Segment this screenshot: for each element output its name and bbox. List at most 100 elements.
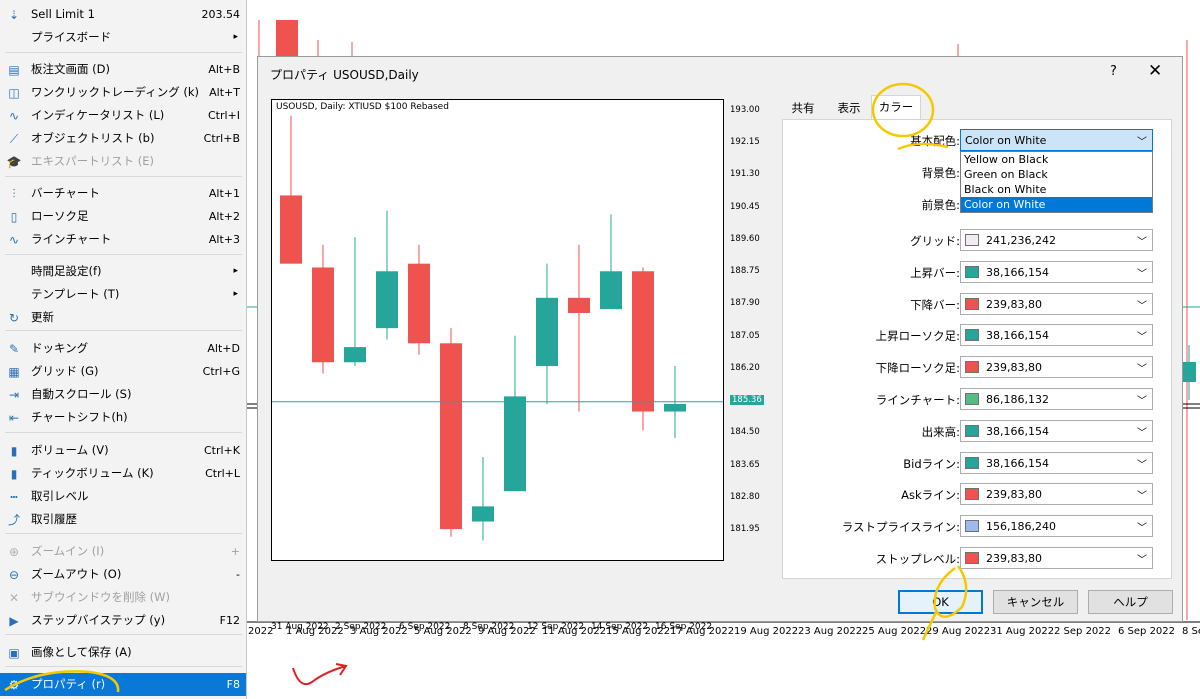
price-tick: 181.95 xyxy=(730,524,760,534)
zoom-out-icon: ⊖ xyxy=(8,568,20,582)
chevron-down-icon: ﹀ xyxy=(1137,269,1147,280)
menu-item[interactable]: ⇥ 自動スクロール (S) xyxy=(0,383,246,406)
menu-item-label: ズームイン (I) xyxy=(31,544,105,558)
sell-limit-icon: ⇣ xyxy=(8,8,20,22)
menu-item[interactable]: ∿ ラインチャート Alt+3 xyxy=(0,228,246,251)
menu-item-shortcut: - xyxy=(236,568,240,581)
bg-date-label: 2 Sep 2022 xyxy=(1054,626,1112,637)
menu-item[interactable]: 🎓 エキスパートリスト (E) xyxy=(0,150,246,173)
close-icon[interactable]: ✕ xyxy=(1148,61,1162,81)
menu-item-shortcut: Alt+3 xyxy=(208,233,240,246)
color-select[interactable]: 239,83,80 ﹀ xyxy=(960,483,1153,505)
cancel-button[interactable]: キャンセル xyxy=(993,590,1078,614)
menu-item-label: ズームアウト (O) xyxy=(31,567,122,581)
chart-shift-icon: ⇤ xyxy=(8,411,20,425)
menu-item[interactable]: ∿ インディケータリスト (L) Ctrl+I xyxy=(0,104,246,127)
menu-item[interactable]: ⤴ 取引履歴 xyxy=(0,508,246,531)
menu-item[interactable]: ▮ ティックボリューム (K) Ctrl+L xyxy=(0,462,246,485)
scheme-option[interactable]: Yellow on Black xyxy=(961,152,1152,167)
color-select[interactable]: 38,166,154 ﹀ xyxy=(960,452,1153,474)
color-select[interactable]: 239,83,80 ﹀ xyxy=(960,293,1153,315)
menu-item[interactable]: ⇤ チャートシフト(h) xyxy=(0,406,246,429)
price-tick: 189.60 xyxy=(730,233,760,244)
chevron-down-icon: ﹀ xyxy=(1137,364,1147,375)
tab-colors[interactable]: カラー xyxy=(871,95,921,120)
menu-item[interactable]: ▮ ボリューム (V) Ctrl+K xyxy=(0,439,246,462)
chevron-down-icon: ﹀ xyxy=(1137,332,1147,343)
tab-common[interactable]: 共有 xyxy=(785,97,821,119)
candle-body xyxy=(440,343,462,530)
color-value: 38,166,154 xyxy=(986,425,1049,438)
chevron-down-icon: ﹀ xyxy=(1137,491,1147,502)
menu-item[interactable]: ▶ ステップバイステップ (y) F12 xyxy=(0,609,246,632)
menu-item-shortcut: Alt+T xyxy=(209,86,240,99)
current-price-tag: 185.36 xyxy=(730,394,764,405)
scheme-option[interactable]: Black on White xyxy=(961,182,1152,197)
help-button[interactable]: ヘルプ xyxy=(1088,590,1173,614)
color-select[interactable]: 38,166,154 ﹀ xyxy=(960,420,1153,442)
date-tick: 31 Aug 2022 xyxy=(271,622,329,632)
menu-item[interactable]: ↻ 更新 xyxy=(0,306,246,329)
scheme-option[interactable]: Color on White xyxy=(961,197,1152,212)
menu-item[interactable]: ◫ ワンクリックトレーディング (k) Alt+T xyxy=(0,81,246,104)
menu-separator xyxy=(5,254,242,255)
color-select[interactable]: 86,186,132 ﹀ xyxy=(960,388,1153,410)
submenu-arrow-icon: ▸ xyxy=(233,32,238,42)
color-row-label: 出来高: xyxy=(921,425,960,439)
menu-item[interactable]: ⊖ ズームアウト (O) - xyxy=(0,563,246,586)
scheme-option[interactable]: Green on Black xyxy=(961,167,1152,182)
trade-levels-icon: ┅ xyxy=(10,490,18,504)
object-list-icon: ⟋ xyxy=(9,132,19,146)
date-tick: 8 Sep 2022 xyxy=(463,622,515,632)
menu-item-label: 時間足設定(f) xyxy=(31,264,102,278)
help-icon[interactable]: ? xyxy=(1110,64,1117,79)
candlestick-chart xyxy=(272,115,723,541)
menu-item[interactable]: ▯ ローソク足 Alt+2 xyxy=(0,205,246,228)
menu-item-shortcut: Ctrl+I xyxy=(207,109,240,122)
delete-subwindow-icon: ✕ xyxy=(8,591,20,605)
color-select[interactable]: 156,186,240 ﹀ xyxy=(960,515,1153,537)
price-tick: 193.00 xyxy=(730,105,760,115)
ok-button[interactable]: OK xyxy=(898,590,983,614)
chevron-down-icon: ﹀ xyxy=(1137,460,1147,471)
preview-title: USOUSD, Daily: XTIUSD $100 Rebased xyxy=(276,102,449,112)
tab-show[interactable]: 表示 xyxy=(832,97,866,119)
menu-separator xyxy=(5,432,242,433)
menu-item[interactable]: テンプレート (T) ▸ xyxy=(0,283,246,306)
color-swatch xyxy=(965,552,979,564)
bg-date-label: 8 Sep xyxy=(1182,626,1200,637)
menu-item[interactable]: ⚙ プロパティ (r) F8 xyxy=(0,673,246,696)
menu-item[interactable]: ▤ 板注文画面 (D) Alt+B xyxy=(0,58,246,81)
menu-item[interactable]: ✎ ドッキング Alt+D xyxy=(0,337,246,360)
bg-date-label: 25 Aug 2022 xyxy=(862,626,927,637)
color-swatch xyxy=(965,329,979,341)
menu-separator xyxy=(5,666,242,667)
color-swatch xyxy=(965,457,979,469)
color-row-label: ラストプライスライン: xyxy=(841,520,960,534)
menu-item[interactable]: ┅ 取引レベル xyxy=(0,485,246,508)
menu-item[interactable]: ⫶ バーチャート Alt+1 xyxy=(0,182,246,205)
color-select[interactable]: 239,83,80 ﹀ xyxy=(960,547,1153,569)
price-tick: 187.05 xyxy=(730,330,760,341)
color-select[interactable]: 38,166,154 ﹀ xyxy=(960,324,1153,346)
menu-item[interactable]: ▦ グリッド (G) Ctrl+G xyxy=(0,360,246,383)
menu-item[interactable]: ✕ サブウインドウを削除 (W) xyxy=(0,586,246,609)
menu-item[interactable]: プライスボード ▸ xyxy=(0,26,246,49)
color-select[interactable]: 38,166,154 ﹀ xyxy=(960,261,1153,283)
chevron-down-icon: ﹀ xyxy=(1137,137,1147,148)
bg-date-label: 2022 xyxy=(248,626,274,637)
menu-item[interactable]: ▣ 画像として保存 (A) xyxy=(0,641,246,664)
menu-item[interactable]: ⟋ オブジェクトリスト (b) Ctrl+B xyxy=(0,127,246,150)
menu-item[interactable]: ⇣ Sell Limit 1 203.54 xyxy=(0,3,246,26)
zoom-in-icon: ⊕ xyxy=(8,545,20,559)
menu-item[interactable]: ⊕ ズームイン (I) + xyxy=(0,540,246,563)
price-tick: 192.15 xyxy=(730,137,760,148)
candle-body xyxy=(344,347,366,363)
date-tick: 14 Sep 2022 xyxy=(591,622,649,632)
color-select[interactable]: 241,236,242 ﹀ xyxy=(960,229,1153,251)
menu-item[interactable]: 時間足設定(f) ▸ xyxy=(0,260,246,283)
menu-item-shortcut: + xyxy=(230,545,240,558)
color-select[interactable]: 239,83,80 ﹀ xyxy=(960,356,1153,378)
base-scheme-select[interactable]: Color on White ﹀ xyxy=(960,129,1153,151)
chevron-down-icon: ﹀ xyxy=(1137,428,1147,439)
